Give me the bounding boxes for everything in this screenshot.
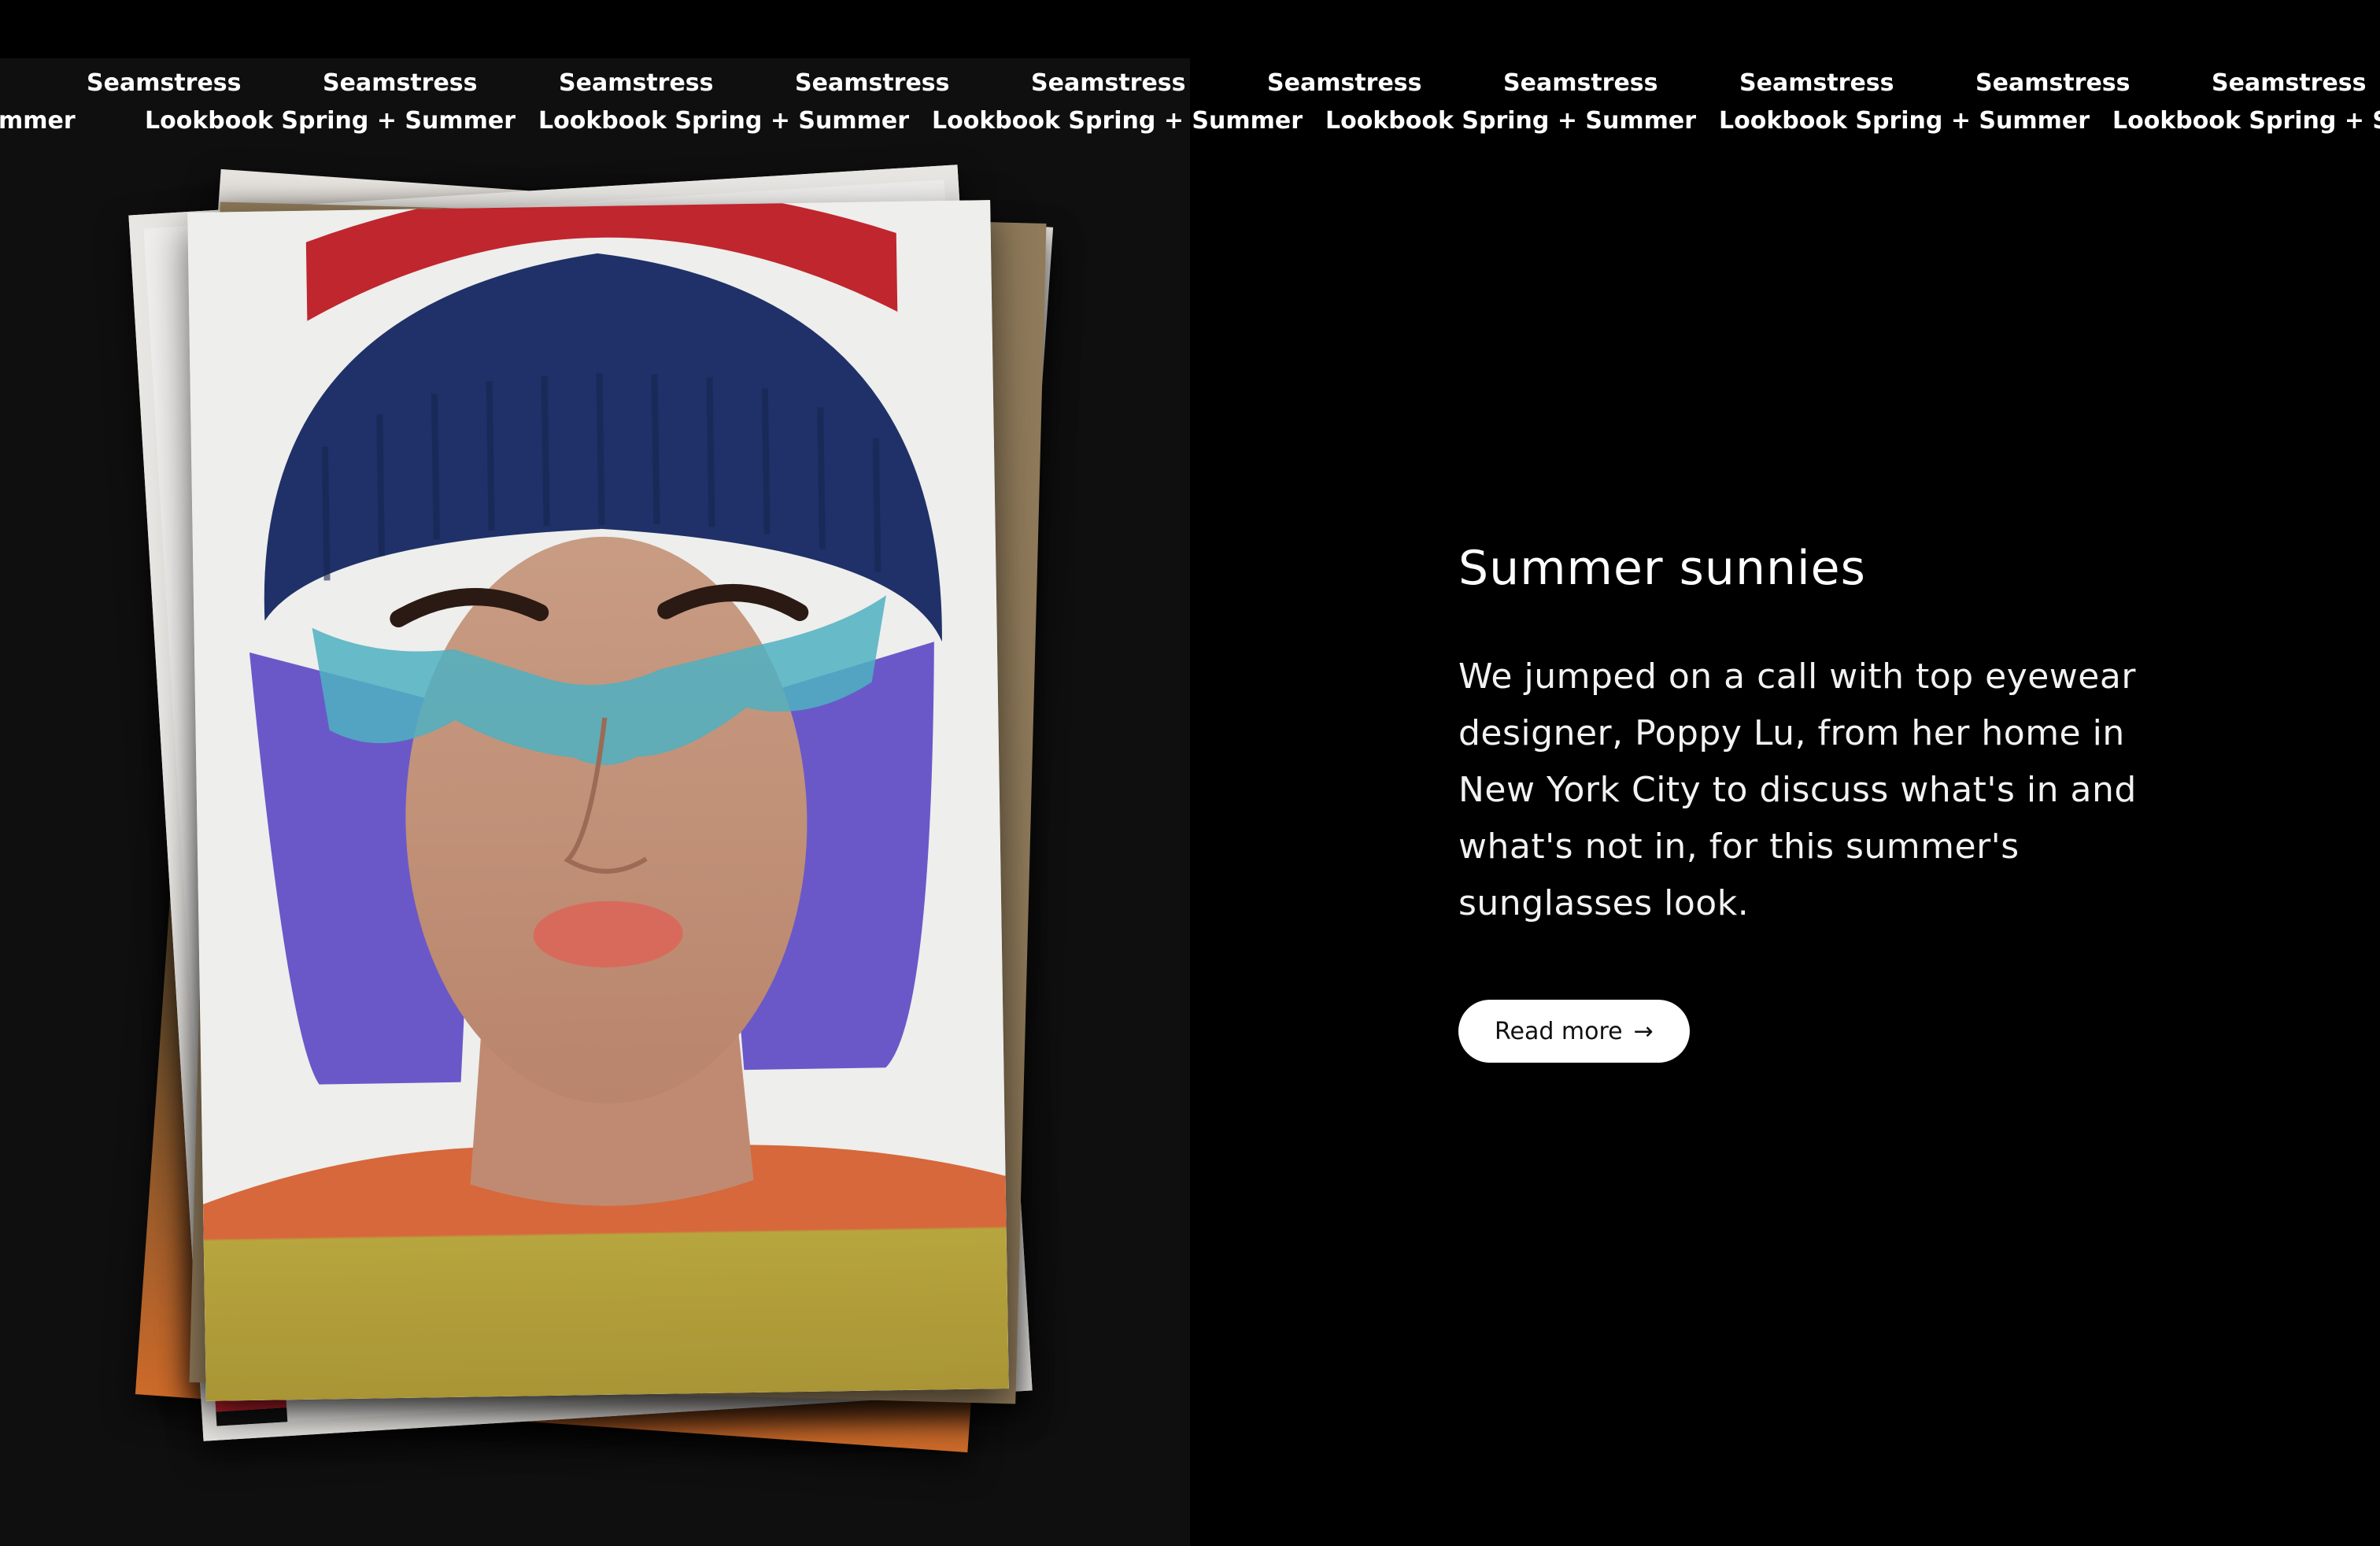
marquee-collection: Lookbook Spring + Summer <box>1719 107 2090 135</box>
article-body-line: We jumped on a call with top eyewear <box>1458 656 2136 697</box>
article-body-line: designer, Poppy Lu, from her home in <box>1458 713 2125 753</box>
article-body: We jumped on a call with top eyewear des… <box>1458 649 2167 932</box>
marquee-brand: Seamstress <box>1267 69 1422 97</box>
lookbook-photo-stack[interactable] <box>0 0 1190 1546</box>
marquee-brand: Seamstress <box>2212 69 2367 97</box>
article-body-line: sunglasses look. <box>1458 883 1750 923</box>
featured-photo <box>187 200 1009 1401</box>
marquee-brand: Seamstress <box>1975 69 2131 97</box>
marquee-brand: Seamstress <box>1503 69 1658 97</box>
marquee-collection: Lookbook Spring + Summer <box>1325 107 1697 135</box>
article-body-line: New York City to discuss what's in and <box>1458 770 2137 810</box>
article-teaser: Summer sunnies We jumped on a call with … <box>1458 540 2167 1063</box>
marquee-brand: Seamstress <box>1739 69 1894 97</box>
read-more-button[interactable]: Read more → <box>1458 1000 1690 1063</box>
marquee-collection: Lookbook Spring + Sum <box>2112 107 2380 135</box>
arrow-right-icon: → <box>1633 1017 1654 1045</box>
article-title: Summer sunnies <box>1458 541 1866 596</box>
read-more-label: Read more <box>1495 1017 1623 1045</box>
article-body-line: what's not in, for this summer's <box>1458 827 2020 867</box>
featured-photo-illustration <box>187 200 1009 1401</box>
